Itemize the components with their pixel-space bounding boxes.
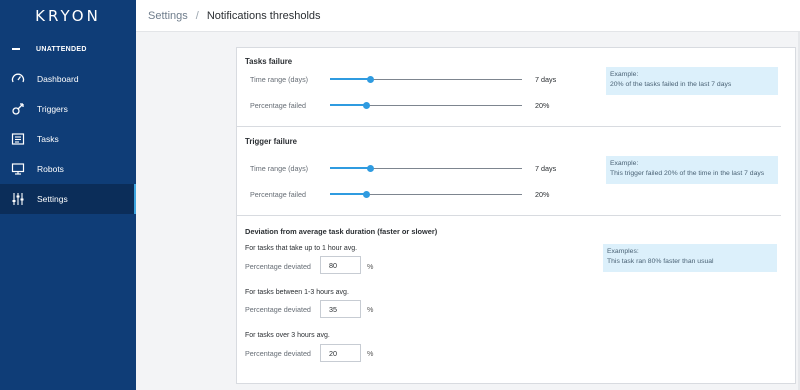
sidebar-item-robots[interactable]: Robots [0, 154, 136, 184]
example-text: This trigger failed 20% of the time in t… [610, 169, 765, 177]
trigger-time-range-value: 7 days [535, 164, 557, 173]
percent-unit: % [367, 349, 374, 358]
sidebar-item-triggers[interactable]: Triggers [0, 94, 136, 124]
slider-thumb[interactable] [366, 75, 374, 83]
slider-fill [330, 78, 371, 80]
deviation-label: Percentage deviated [245, 349, 311, 358]
slider-fill [330, 167, 371, 169]
breadcrumb-settings[interactable]: Settings [148, 10, 188, 22]
divider [237, 215, 781, 216]
mode-toggle[interactable]: UNATTENDED [0, 34, 136, 64]
slider-fill [330, 193, 367, 195]
tasks-time-range-value: 7 days [535, 75, 557, 84]
slider-thumb[interactable] [366, 164, 374, 172]
sliders-icon [10, 191, 26, 207]
deviation-label: Percentage deviated [245, 305, 311, 314]
trigger-percentage-value: 20% [535, 190, 550, 199]
tasks-failure-title: Tasks failure [245, 57, 293, 66]
gauge-icon [10, 71, 26, 87]
sidebar-item-label: Tasks [37, 134, 59, 144]
trigger-time-range-slider[interactable] [330, 164, 522, 172]
sidebar-item-dashboard[interactable]: Dashboard [0, 64, 136, 94]
deviation-title: Deviation from average task duration (fa… [245, 227, 438, 236]
deviation-label: Percentage deviated [245, 262, 311, 271]
example-title: Examples: [607, 248, 639, 255]
percent-unit: % [367, 262, 374, 271]
trigger-icon [10, 101, 26, 117]
sidebar-item-label: Settings [37, 194, 68, 204]
breadcrumb-separator: / [195, 9, 199, 22]
trigger-percentage-label: Percentage failed [250, 190, 306, 199]
sidebar-item-label: Dashboard [37, 74, 79, 84]
logo-bar: KRYON [0, 0, 136, 32]
sidebar-item-tasks[interactable]: Tasks [0, 124, 136, 154]
slider-thumb[interactable] [362, 101, 370, 109]
example-text: This task ran 80% faster than usual [607, 257, 714, 265]
example-text: 20% of the tasks failed in the last 7 da… [610, 80, 732, 88]
sidebar-item-settings[interactable]: Settings [0, 184, 136, 214]
sidebar-item-label: Robots [37, 164, 64, 174]
example-title: Example: [610, 71, 639, 78]
header: Settings / Notifications thresholds [136, 0, 800, 32]
deviation-input-1-3h[interactable]: 35 [320, 300, 361, 318]
collapse-dash-icon[interactable] [12, 48, 20, 50]
tasks-time-range-slider[interactable] [330, 75, 522, 83]
deviation-example: Examples: This task ran 80% faster than … [603, 244, 777, 272]
tasks-icon [10, 131, 26, 147]
deviation-input-1h[interactable]: 80 [320, 256, 361, 274]
slider-fill [330, 104, 367, 106]
sidebar-item-label: Triggers [37, 104, 68, 114]
deviation-group-heading: For tasks that take up to 1 hour avg. [245, 245, 358, 252]
tasks-percentage-value: 20% [535, 101, 550, 110]
tasks-percentage-label: Percentage failed [250, 101, 306, 110]
tasks-time-range-label: Time range (days) [250, 75, 309, 84]
deviation-group-heading: For tasks over 3 hours avg. [245, 332, 330, 339]
trigger-percentage-slider[interactable] [330, 190, 522, 198]
deviation-group-heading: For tasks between 1-3 hours avg. [245, 289, 349, 296]
trigger-time-range-label: Time range (days) [250, 164, 309, 173]
trigger-failure-title: Trigger failure [245, 137, 297, 146]
tasks-failure-example: Example: 20% of the tasks failed in the … [606, 67, 778, 95]
trigger-failure-example: Example: This trigger failed 20% of the … [606, 156, 778, 184]
slider-thumb[interactable] [362, 190, 370, 198]
divider [237, 126, 781, 127]
deviation-input-3h-plus[interactable]: 20 [320, 344, 361, 362]
sidebar: KRYON UNATTENDED Dashboard Triggers Task… [0, 0, 136, 390]
logo: KRYON [35, 7, 101, 25]
page-title: Notifications thresholds [206, 9, 321, 22]
example-title: Example: [610, 160, 639, 167]
monitor-icon [10, 161, 26, 177]
thresholds-panel: Tasks failure Time range (days) 7 days P… [236, 47, 796, 384]
mode-label: UNATTENDED [36, 45, 87, 53]
percent-unit: % [367, 305, 374, 314]
tasks-percentage-slider[interactable] [330, 101, 522, 109]
